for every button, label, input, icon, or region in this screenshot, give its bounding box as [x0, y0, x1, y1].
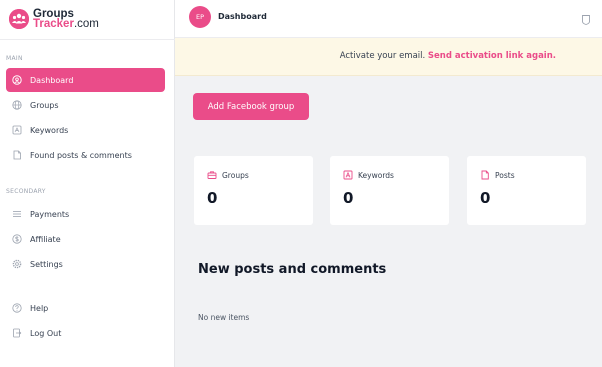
- stat-card-groups: Groups 0: [194, 156, 313, 225]
- globe-icon: [12, 100, 22, 110]
- logout-icon: [12, 328, 22, 338]
- stat-label: Posts: [495, 170, 515, 180]
- bell-icon[interactable]: [581, 11, 591, 25]
- sidebar-item-label: Payments: [30, 209, 70, 219]
- section-title: New posts and comments: [198, 262, 387, 277]
- main-section-label: MAIN: [6, 55, 23, 62]
- sidebar-item-label: Log Out: [30, 328, 62, 338]
- keyword-icon: [12, 125, 22, 135]
- stat-value: 0: [480, 189, 491, 207]
- gear-icon: [12, 259, 22, 269]
- activation-notice: Activate your email. Send activation lin…: [175, 38, 602, 76]
- sidebar-item-keywords[interactable]: Keywords: [6, 118, 165, 142]
- stat-card-keywords: Keywords 0: [330, 156, 449, 225]
- secondary-section-label: SECONDARY: [6, 188, 46, 195]
- sidebar-item-label: Found posts & comments: [30, 150, 132, 160]
- document-icon: [12, 150, 22, 160]
- sidebar: Groups Tracker.com MAIN Dashboard Groups…: [0, 0, 175, 367]
- dashboard-icon: [12, 75, 22, 85]
- sidebar-item-payments[interactable]: Payments: [6, 202, 165, 226]
- page-title: Dashboard: [218, 12, 267, 21]
- sidebar-item-label: Affiliate: [30, 234, 61, 244]
- list-icon: [12, 209, 22, 219]
- sidebar-item-label: Keywords: [30, 125, 69, 135]
- sidebar-item-groups[interactable]: Groups: [6, 93, 165, 117]
- notice-message: Activate your email.: [339, 51, 428, 61]
- sidebar-item-label: Groups: [30, 100, 59, 110]
- brand-name: Groups Tracker.com: [33, 8, 99, 30]
- brand-line2-suffix: .com: [73, 18, 99, 30]
- sidebar-item-help[interactable]: Help: [6, 296, 165, 320]
- sidebar-item-settings[interactable]: Settings: [6, 252, 165, 276]
- sidebar-item-label: Settings: [30, 259, 63, 269]
- avatar[interactable]: EP: [189, 6, 211, 28]
- sidebar-item-label: Dashboard: [30, 75, 74, 85]
- help-icon: [12, 303, 22, 313]
- stat-value: 0: [343, 189, 354, 207]
- stat-value: 0: [207, 189, 218, 207]
- sidebar-item-affiliate[interactable]: Affiliate: [6, 227, 165, 251]
- dollar-icon: [12, 234, 22, 244]
- stat-label: Keywords: [358, 170, 394, 180]
- sidebar-divider: [0, 39, 175, 40]
- top-bar: EP Dashboard: [175, 0, 602, 38]
- brand-line2-accent: Tracker: [33, 18, 74, 30]
- sidebar-item-label: Help: [30, 303, 49, 313]
- sidebar-item-logout[interactable]: Log Out: [6, 321, 165, 345]
- groups-stat-icon: [207, 171, 217, 179]
- groups-logo-icon: [9, 9, 29, 29]
- empty-state-text: No new items: [198, 313, 250, 322]
- brand-logo[interactable]: Groups Tracker.com: [9, 6, 99, 32]
- posts-stat-icon: [481, 170, 489, 180]
- resend-activation-link[interactable]: Send activation link again.: [428, 51, 556, 61]
- stat-card-posts: Posts 0: [467, 156, 586, 225]
- keywords-stat-icon: [343, 170, 353, 180]
- sidebar-item-dashboard[interactable]: Dashboard: [6, 68, 165, 92]
- stat-label: Groups: [222, 170, 249, 180]
- sidebar-item-found-posts[interactable]: Found posts & comments: [6, 143, 165, 167]
- add-facebook-group-button[interactable]: Add Facebook group: [193, 93, 309, 120]
